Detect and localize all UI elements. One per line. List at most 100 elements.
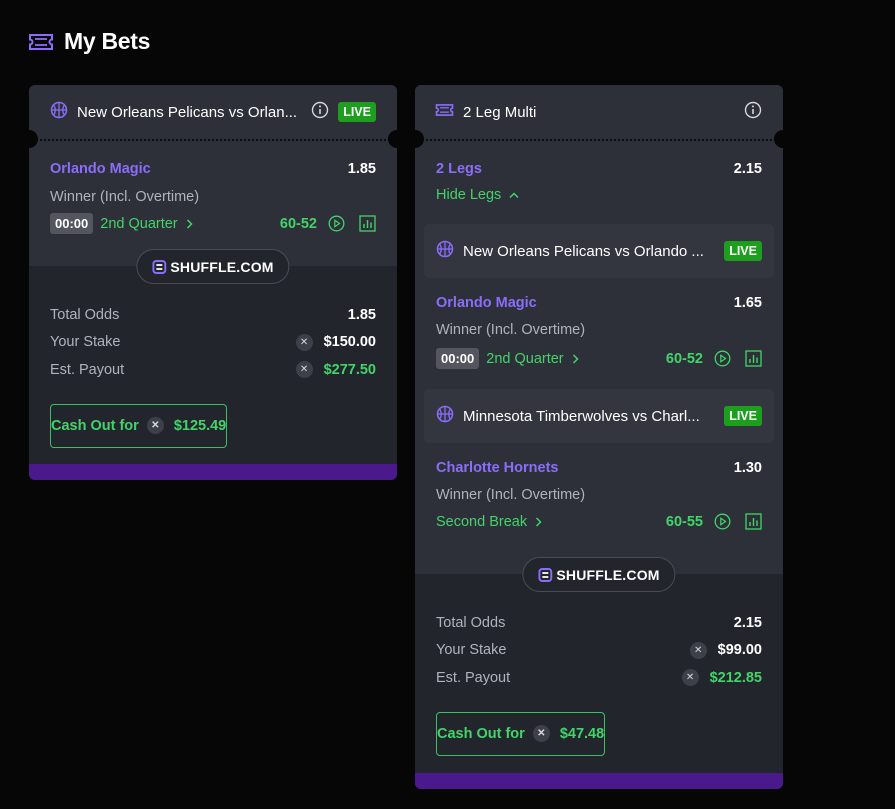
bet-card-top: New Orleans Pelicans vs Orlan... LIVE Or… — [29, 85, 397, 266]
hide-legs-label: Hide Legs — [436, 187, 502, 203]
leg-body: Charlotte Hornets 1.30 Winner (Incl. Ove… — [415, 443, 783, 530]
payout-row: Est. Payout ✕ $212.85 — [436, 664, 762, 692]
stake-row: Your Stake ✕ $150.00 — [50, 329, 376, 357]
period-label: 2nd Quarter — [486, 350, 564, 367]
basketball-icon — [436, 405, 454, 428]
cash-out-label: Cash Out for — [51, 417, 139, 434]
chevron-right-icon — [572, 353, 579, 364]
leg-event-title: New Orleans Pelicans vs Orlando ... — [463, 242, 704, 260]
page-header: My Bets — [28, 28, 150, 55]
payout-value: $277.50 — [323, 361, 376, 378]
currency-coin-icon: ✕ — [295, 361, 313, 379]
ticket-icon — [28, 31, 54, 53]
info-icon[interactable] — [744, 101, 762, 124]
currency-coin-icon: ✕ — [689, 641, 707, 659]
multi-title: 2 Leg Multi — [463, 103, 537, 121]
info-icon[interactable] — [311, 101, 329, 124]
selection-body: Orlando Magic 1.85 Winner (Incl. Overtim… — [29, 139, 397, 234]
currency-coin-icon: ✕ — [681, 669, 699, 687]
bet-card-header[interactable]: New Orleans Pelicans vs Orlan... LIVE — [29, 85, 397, 139]
shuffle-logo-icon — [152, 259, 167, 274]
live-badge: LIVE — [724, 241, 762, 261]
stake-value: $99.00 — [717, 642, 762, 659]
payout-label: Est. Payout — [436, 669, 511, 686]
play-icon[interactable] — [714, 350, 731, 367]
market-name: Winner (Incl. Overtime) — [50, 189, 200, 205]
currency-coin-icon: ✕ — [295, 333, 313, 351]
period-label: Second Break — [436, 513, 528, 530]
match-period-link[interactable]: 2nd Quarter — [100, 215, 193, 232]
match-score: 60-52 — [665, 350, 703, 367]
card-footer-bar — [29, 464, 397, 480]
basketball-icon — [436, 240, 454, 263]
stake-label: Your Stake — [436, 642, 507, 659]
total-odds-value: 2.15 — [733, 614, 762, 631]
total-odds-value: 1.85 — [347, 306, 376, 323]
leg-header[interactable]: Minnesota Timberwolves vs Charl... LIVE — [424, 389, 774, 443]
multi-odds: 2.15 — [733, 161, 762, 177]
payout-label: Est. Payout — [50, 361, 125, 378]
ticket-icon — [435, 102, 454, 123]
period-label: 2nd Quarter — [100, 215, 178, 232]
cash-out-amount: $125.49 — [173, 417, 227, 434]
total-odds-label: Total Odds — [436, 614, 506, 631]
chevron-up-icon — [509, 191, 519, 198]
stake-value-wrap: ✕ $99.00 — [689, 641, 762, 659]
stake-row: Your Stake ✕ $99.00 — [436, 637, 762, 665]
bet-card-header[interactable]: 2 Leg Multi — [415, 85, 783, 139]
total-odds-row: Total Odds 2.15 — [436, 609, 762, 637]
stats-icon[interactable] — [745, 350, 762, 367]
match-status-row: 00:00 2nd Quarter 60-52 — [436, 348, 762, 369]
play-icon[interactable] — [328, 215, 345, 232]
selection-name: Orlando Magic — [436, 295, 537, 311]
cash-out-button[interactable]: Cash Out for ✕ $47.48 — [436, 711, 606, 756]
total-odds-row: Total Odds 1.85 — [50, 301, 376, 329]
stake-value: $150.00 — [323, 334, 376, 351]
cash-out-amount: $47.48 — [559, 725, 605, 742]
live-badge: LIVE — [338, 102, 376, 122]
match-period-link[interactable]: 2nd Quarter — [486, 350, 579, 367]
shuffle-logo-icon — [538, 567, 553, 582]
match-period-link[interactable]: Second Break — [436, 514, 542, 530]
market-name: Winner (Incl. Overtime) — [436, 322, 586, 338]
payout-row: Est. Payout ✕ $277.50 — [50, 356, 376, 384]
page-title: My Bets — [64, 28, 151, 54]
stake-value-wrap: ✕ $150.00 — [295, 333, 376, 351]
cash-out-button[interactable]: Cash Out for ✕ $125.49 — [50, 403, 228, 448]
stats-icon[interactable] — [359, 215, 376, 232]
leg-header[interactable]: New Orleans Pelicans vs Orlando ... LIVE — [424, 224, 774, 278]
live-badge: LIVE — [724, 406, 762, 426]
multi-summary: 2 Legs 2.15 Hide Legs — [415, 139, 783, 203]
selection-odds: 1.85 — [347, 161, 376, 177]
event-title: New Orleans Pelicans vs Orlan... — [77, 103, 298, 121]
bet-card-top: 2 Leg Multi 2 Legs 2.15 Hide Legs New Or… — [415, 85, 783, 574]
bet-card-single: New Orleans Pelicans vs Orlan... LIVE Or… — [29, 85, 397, 480]
cash-out-label: Cash Out for — [437, 725, 525, 742]
play-icon[interactable] — [714, 513, 731, 530]
match-score: 60-52 — [279, 215, 317, 232]
match-clock: 00:00 — [436, 348, 480, 369]
currency-coin-icon: ✕ — [532, 725, 550, 742]
match-status-row: 00:00 2nd Quarter 60-52 — [50, 213, 376, 234]
match-status-row: Second Break 60-55 — [436, 513, 762, 530]
stake-label: Your Stake — [50, 334, 121, 351]
ticket-perforation — [415, 139, 783, 141]
hide-legs-toggle[interactable]: Hide Legs — [436, 187, 762, 203]
selection-odds: 1.65 — [733, 295, 762, 311]
stats-icon[interactable] — [745, 513, 762, 530]
basketball-icon — [50, 101, 68, 124]
payout-value-wrap: ✕ $212.85 — [681, 669, 762, 687]
total-odds-label: Total Odds — [50, 306, 120, 323]
chevron-right-icon — [536, 516, 542, 527]
ticket-perforation — [29, 139, 397, 141]
market-name: Winner (Incl. Overtime) — [436, 487, 586, 503]
selection-name: Charlotte Hornets — [436, 460, 559, 476]
legs-count: 2 Legs — [436, 161, 482, 177]
brand-pill: SHUFFLE.COM — [136, 249, 290, 284]
bet-card-multi: 2 Leg Multi 2 Legs 2.15 Hide Legs New Or… — [415, 85, 783, 789]
payout-value: $212.85 — [709, 669, 762, 686]
match-score: 60-55 — [665, 513, 703, 530]
brand-name: SHUFFLE.COM — [556, 566, 660, 583]
brand-name: SHUFFLE.COM — [170, 258, 274, 275]
card-footer-bar — [415, 773, 783, 789]
